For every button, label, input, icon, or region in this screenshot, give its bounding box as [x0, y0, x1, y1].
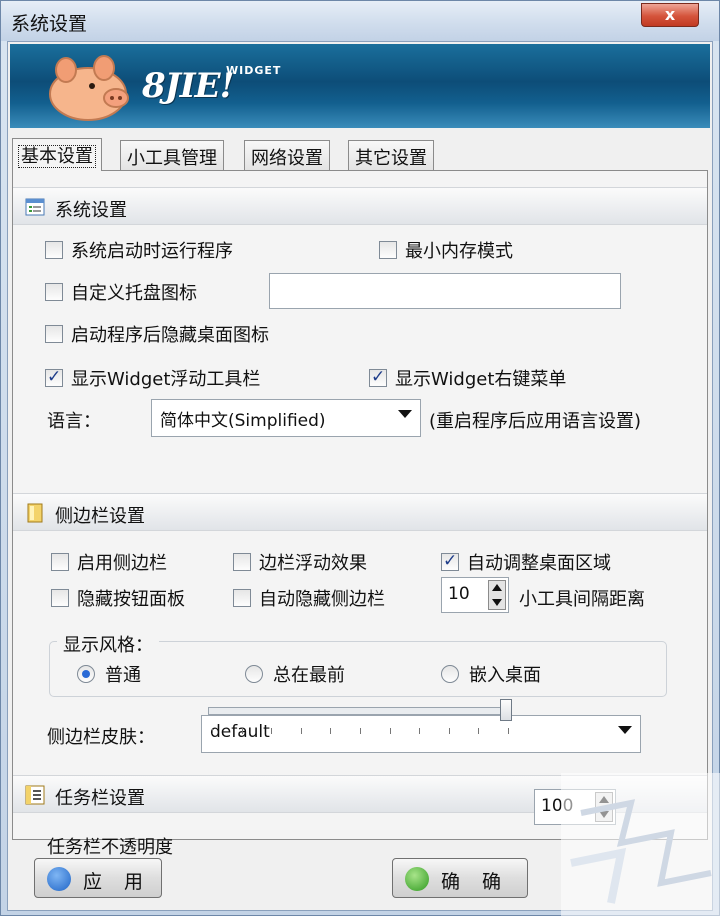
spacing-spinner[interactable]: 10: [441, 577, 509, 613]
logo-text: 8JIE!: [142, 66, 234, 106]
spacing-label: 小工具间隔距离: [519, 589, 645, 610]
chevron-down-icon[interactable]: [618, 726, 632, 734]
checkbox-box[interactable]: [379, 241, 397, 259]
checkbox-box[interactable]: [369, 367, 387, 387]
slider-tick: [478, 728, 480, 734]
checkbox-box[interactable]: [233, 553, 251, 571]
language-select[interactable]: 简体中文(Simplified): [151, 399, 421, 437]
slider-tick: [448, 728, 450, 734]
language-label: 语言：: [47, 411, 101, 432]
slider-tick: [241, 728, 243, 734]
language-note: (重启程序后应用语言设置): [429, 411, 642, 432]
opacity-slider-thumb[interactable]: [500, 699, 512, 721]
opacity-slider-ticks: [212, 728, 509, 736]
tray-icon-path-input[interactable]: [269, 273, 621, 309]
checkbox-box[interactable]: [233, 589, 251, 607]
slider-tick: [360, 728, 361, 734]
checkbox-box[interactable]: [45, 325, 63, 343]
display-style-title: 显示风格：: [57, 631, 159, 657]
radio-dot[interactable]: [245, 665, 263, 683]
checkbox-box[interactable]: [45, 283, 63, 301]
opacity-slider-track[interactable]: [208, 707, 510, 715]
tab-basic-settings[interactable]: 基本设置: [12, 138, 102, 171]
tab-network-settings[interactable]: 网络设置: [244, 140, 330, 170]
sidebar-icon: [27, 503, 43, 523]
radio-dot[interactable]: [77, 665, 95, 683]
checkbox-box[interactable]: [51, 589, 69, 607]
slider-tick: [389, 728, 391, 734]
chevron-down-icon[interactable]: [398, 410, 412, 418]
settings-list-icon: [25, 198, 45, 216]
title-bar: 系统设置 x: [1, 1, 719, 41]
tab-other-settings[interactable]: 其它设置: [348, 140, 434, 170]
ok-button[interactable]: 确 确: [392, 858, 528, 898]
checkbox-box[interactable]: [45, 367, 63, 387]
close-button[interactable]: x: [641, 3, 699, 27]
watermark-overlay: [561, 773, 720, 916]
radio-dot[interactable]: [441, 665, 459, 683]
taskbar-list-icon: [25, 785, 45, 805]
spinner-buttons[interactable]: [488, 580, 506, 610]
tab-widget-manager[interactable]: 小工具管理: [120, 140, 224, 170]
tab-strip: 基本设置 小工具管理 网络设置 其它设置: [12, 138, 712, 171]
sidebar-section-title: 侧边栏设置: [55, 506, 145, 527]
slider-tick: [300, 728, 302, 734]
banner: 8JIE! WIDGET: [10, 44, 710, 128]
arrow-up-icon[interactable]: [492, 584, 502, 591]
close-icon: x: [664, 5, 676, 24]
logo-subtitle: WIDGET: [226, 64, 282, 77]
basic-settings-panel: 系统设置 系统启动时运行程序 最小内存模式 自定义托盘图标 启动程序后隐藏桌面图…: [12, 170, 708, 858]
slider-tick: [212, 728, 213, 734]
checkbox-box[interactable]: [45, 241, 63, 259]
system-section-header: 系统设置: [13, 187, 707, 225]
slider-tick: [271, 728, 273, 734]
slider-tick: [330, 728, 332, 734]
sidebar-section-header: 侧边栏设置: [13, 493, 707, 531]
taskbar-section-title: 任务栏设置: [55, 788, 145, 809]
window-title: 系统设置: [11, 13, 88, 35]
checkmark-icon: [405, 867, 429, 891]
settings-window: 系统设置 x 8JIE! WIDGET 基本设置 小工具管理 网络设置 其它设置: [0, 0, 720, 916]
apply-button[interactable]: 应 用: [34, 858, 162, 898]
taskbar-opacity-label: 任务栏不透明度: [47, 837, 173, 858]
slider-tick: [508, 728, 509, 734]
system-section-title: 系统设置: [55, 200, 127, 221]
arrow-left-icon: [47, 867, 71, 891]
sidebar-skin-label: 侧边栏皮肤：: [47, 727, 155, 748]
checkbox-box[interactable]: [441, 551, 459, 571]
checkbox-box[interactable]: [51, 553, 69, 571]
slider-tick: [419, 728, 421, 734]
arrow-down-icon[interactable]: [492, 599, 502, 606]
pig-logo-icon: [49, 55, 129, 121]
